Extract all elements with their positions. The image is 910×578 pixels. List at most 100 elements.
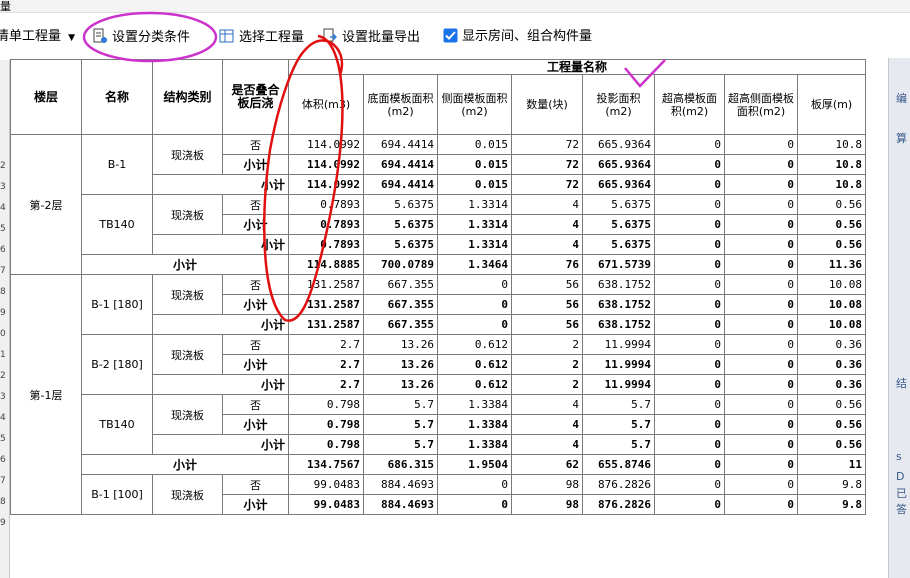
value-cell[interactable]: 11.36 bbox=[797, 254, 866, 275]
value-cell[interactable]: 0 bbox=[724, 454, 798, 475]
value-cell[interactable]: 0.7893 bbox=[288, 214, 364, 235]
value-cell[interactable]: 0.36 bbox=[797, 354, 866, 375]
value-cell[interactable]: 0 bbox=[654, 414, 725, 435]
value-cell[interactable]: 0.7893 bbox=[288, 234, 364, 255]
value-cell[interactable]: 131.2587 bbox=[288, 274, 364, 295]
value-cell[interactable]: 0 bbox=[654, 354, 725, 375]
value-cell[interactable]: 884.4693 bbox=[363, 494, 438, 515]
value-cell[interactable]: 4 bbox=[511, 194, 583, 215]
value-cell[interactable]: 667.355 bbox=[363, 314, 438, 335]
value-cell[interactable]: 1.3314 bbox=[437, 214, 512, 235]
value-cell[interactable]: 694.4414 bbox=[363, 174, 438, 195]
header-col-6[interactable]: 超高侧面模板面积(m2) bbox=[724, 74, 798, 135]
header-col-0[interactable]: 体积(m3) bbox=[288, 74, 364, 135]
header-col-1[interactable]: 底面模板面积(m2) bbox=[363, 74, 438, 135]
value-cell[interactable]: 0 bbox=[724, 434, 798, 455]
value-cell[interactable]: 2 bbox=[511, 374, 583, 395]
value-cell[interactable]: 131.2587 bbox=[288, 314, 364, 335]
value-cell[interactable]: 4 bbox=[511, 234, 583, 255]
value-cell[interactable]: 56 bbox=[511, 294, 583, 315]
value-cell[interactable]: 0 bbox=[724, 174, 798, 195]
value-cell[interactable]: 0.015 bbox=[437, 174, 512, 195]
value-cell[interactable]: 0 bbox=[724, 194, 798, 215]
table-row[interactable]: B-1 [100] 现浇板否 99.0483 884.4693 0 98 876.2826 0… bbox=[11, 474, 866, 515]
value-cell[interactable]: 876.2826 bbox=[582, 474, 655, 495]
value-cell[interactable]: 98 bbox=[511, 494, 583, 515]
value-cell[interactable]: 5.7 bbox=[582, 394, 655, 415]
value-cell[interactable]: 0 bbox=[724, 234, 798, 255]
value-cell[interactable]: 5.6375 bbox=[582, 234, 655, 255]
value-cell[interactable]: 0.798 bbox=[288, 434, 364, 455]
value-cell[interactable]: 0 bbox=[654, 234, 725, 255]
value-cell[interactable]: 2.7 bbox=[288, 354, 364, 375]
value-cell[interactable]: 0 bbox=[724, 474, 798, 495]
value-cell[interactable]: 4 bbox=[511, 434, 583, 455]
value-cell[interactable]: 5.6375 bbox=[582, 214, 655, 235]
value-cell[interactable]: 665.9364 bbox=[582, 134, 655, 155]
set-category-button[interactable]: 设置分类条件 bbox=[92, 28, 190, 50]
value-cell[interactable]: 72 bbox=[511, 174, 583, 195]
value-cell[interactable]: 0 bbox=[654, 334, 725, 355]
value-cell[interactable]: 10.8 bbox=[797, 154, 866, 175]
value-cell[interactable]: 11.9994 bbox=[582, 334, 655, 355]
value-cell[interactable]: 4 bbox=[511, 214, 583, 235]
header-floor[interactable]: 楼层 bbox=[10, 59, 82, 135]
header-col-3[interactable]: 数量(块) bbox=[511, 74, 583, 135]
value-cell[interactable]: 5.6375 bbox=[363, 234, 438, 255]
value-cell[interactable]: 700.0789 bbox=[363, 254, 438, 275]
value-cell[interactable]: 671.5739 bbox=[582, 254, 655, 275]
value-cell[interactable]: 114.8885 bbox=[288, 254, 364, 275]
table-row[interactable]: 第-1层 B-1 [180] 现浇板否 131.2587 667.355 0 56 638.1… bbox=[10, 274, 866, 515]
value-cell[interactable]: 638.1752 bbox=[582, 314, 655, 335]
value-cell[interactable]: 0.015 bbox=[437, 134, 512, 155]
value-cell[interactable]: 0 bbox=[654, 254, 725, 275]
header-col-7[interactable]: 板厚(m) bbox=[797, 74, 866, 135]
value-cell[interactable]: 72 bbox=[511, 154, 583, 175]
value-cell[interactable]: 2 bbox=[511, 354, 583, 375]
value-cell[interactable]: 5.6375 bbox=[363, 214, 438, 235]
value-cell[interactable]: 0.7893 bbox=[288, 194, 364, 215]
value-cell[interactable]: 1.3384 bbox=[437, 414, 512, 435]
value-cell[interactable]: 0 bbox=[437, 494, 512, 515]
value-cell[interactable]: 876.2826 bbox=[582, 494, 655, 515]
table-row[interactable]: TB140 现浇板否 0.7893 5.6375 1.3314 4 5.6375 0 0 0.56 bbox=[11, 194, 866, 255]
value-cell[interactable]: 0.56 bbox=[797, 414, 866, 435]
value-cell[interactable]: 114.0992 bbox=[288, 154, 364, 175]
value-cell[interactable]: 0 bbox=[437, 294, 512, 315]
value-cell[interactable]: 0 bbox=[654, 134, 725, 155]
header-col-2[interactable]: 侧面模板面积(m2) bbox=[437, 74, 512, 135]
value-cell[interactable]: 131.2587 bbox=[288, 294, 364, 315]
table-row[interactable]: B-2 [180] 现浇板否 2.7 13.26 0.612 2 11.9994 0 0 0.36 bbox=[11, 334, 866, 395]
value-cell[interactable]: 11.9994 bbox=[582, 354, 655, 375]
header-struct-type[interactable]: 结构类别 bbox=[152, 59, 223, 135]
value-cell[interactable]: 72 bbox=[511, 134, 583, 155]
value-cell[interactable]: 0 bbox=[724, 414, 798, 435]
value-cell[interactable]: 0.56 bbox=[797, 434, 866, 455]
value-cell[interactable]: 0 bbox=[437, 314, 512, 335]
value-cell[interactable]: 0.56 bbox=[797, 394, 866, 415]
value-cell[interactable]: 4 bbox=[511, 414, 583, 435]
header-col-4[interactable]: 投影面积(m2) bbox=[582, 74, 655, 135]
value-cell[interactable]: 0.798 bbox=[288, 414, 364, 435]
value-cell[interactable]: 0 bbox=[654, 294, 725, 315]
value-cell[interactable]: 2 bbox=[511, 334, 583, 355]
value-cell[interactable]: 62 bbox=[511, 454, 583, 475]
value-cell[interactable]: 2.7 bbox=[288, 374, 364, 395]
value-cell[interactable]: 0.612 bbox=[437, 334, 512, 355]
value-cell[interactable]: 0 bbox=[654, 474, 725, 495]
value-cell[interactable]: 0 bbox=[654, 494, 725, 515]
value-cell[interactable]: 0 bbox=[724, 134, 798, 155]
value-cell[interactable]: 0.612 bbox=[437, 374, 512, 395]
value-cell[interactable]: 114.0992 bbox=[288, 174, 364, 195]
value-cell[interactable]: 0 bbox=[654, 214, 725, 235]
value-cell[interactable]: 665.9364 bbox=[582, 154, 655, 175]
value-cell[interactable]: 0 bbox=[724, 494, 798, 515]
value-cell[interactable]: 665.9364 bbox=[582, 174, 655, 195]
value-cell[interactable]: 0 bbox=[724, 294, 798, 315]
value-cell[interactable]: 10.8 bbox=[797, 174, 866, 195]
value-cell[interactable]: 0 bbox=[654, 314, 725, 335]
value-cell[interactable]: 0 bbox=[654, 394, 725, 415]
value-cell[interactable]: 884.4693 bbox=[363, 474, 438, 495]
value-cell[interactable]: 2.7 bbox=[288, 334, 364, 355]
value-cell[interactable]: 0 bbox=[724, 334, 798, 355]
